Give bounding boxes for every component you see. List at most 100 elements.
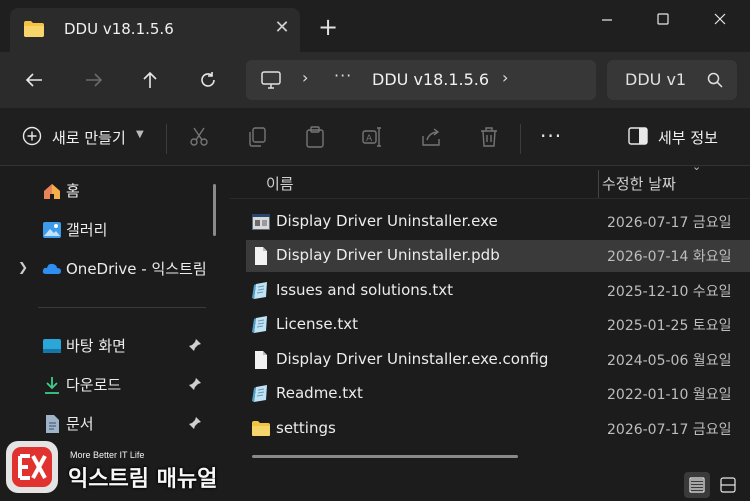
sidebar-item-downloads[interactable]: 다운로드	[0, 370, 215, 400]
table-row[interactable]: License.txt 2025-01-25 토요일	[246, 309, 750, 341]
share-icon[interactable]	[420, 126, 442, 148]
close-window-button[interactable]	[705, 6, 735, 32]
sidebar-item-label: 바탕 화면	[66, 337, 126, 355]
forward-button[interactable]	[80, 66, 108, 94]
exe-icon	[252, 214, 270, 230]
logo	[6, 441, 58, 493]
file-date: 2025-01-25 토요일	[607, 318, 732, 334]
new-button[interactable]: 새로 만들기 ▼	[22, 126, 144, 147]
divider	[166, 124, 167, 154]
svg-text:A: A	[366, 134, 373, 144]
plus-circle-icon	[22, 126, 42, 146]
sidebar-item-onedrive[interactable]: ❯ OneDrive - 익스트림	[0, 254, 215, 284]
text-file-icon	[252, 316, 267, 333]
file-icon	[255, 351, 267, 369]
file-name: Issues and solutions.txt	[276, 281, 453, 299]
sidebar-item-gallery[interactable]: 갤러리	[0, 215, 215, 245]
watermark-tagline: More Better IT Life	[70, 450, 145, 460]
gallery-icon	[43, 222, 61, 238]
tab-title: DDU v18.1.5.6	[64, 20, 174, 38]
new-button-label: 새로 만들기	[52, 129, 126, 147]
chevron-right-icon[interactable]: ›	[302, 68, 308, 87]
address-bar[interactable]: › ··· DDU v18.1.5.6 ›	[246, 60, 596, 100]
copy-icon[interactable]	[246, 126, 268, 148]
home-icon	[44, 184, 60, 199]
maximize-button[interactable]	[648, 6, 678, 32]
chevron-right-icon[interactable]: ❯	[18, 260, 28, 274]
breadcrumb-overflow[interactable]: ···	[334, 66, 352, 85]
title-bar: DDU v18.1.5.6 ✕ +	[0, 0, 750, 52]
close-icon	[714, 13, 726, 25]
text-file-icon	[252, 385, 267, 402]
search-placeholder: DDU v1	[625, 70, 687, 89]
refresh-icon	[201, 72, 215, 87]
table-row[interactable]: Display Driver Uninstaller.pdb 2026-07-1…	[246, 240, 750, 272]
document-icon	[46, 415, 59, 433]
sidebar-item-label: OneDrive - 익스트림	[66, 260, 207, 278]
minimize-icon	[602, 19, 612, 21]
chevron-down-icon: ▼	[136, 129, 144, 140]
cut-icon[interactable]	[188, 126, 210, 148]
search-icon	[707, 72, 723, 88]
file-date: 2024-05-06 월요일	[607, 353, 732, 369]
table-row[interactable]: Display Driver Uninstaller.exe.config 20…	[246, 344, 750, 376]
computer-icon	[261, 71, 281, 89]
maximize-icon	[657, 13, 669, 25]
up-button[interactable]	[136, 66, 164, 94]
file-date: 2025-12-10 수요일	[607, 284, 732, 300]
horizontal-scrollbar[interactable]	[252, 455, 518, 458]
table-row[interactable]: Readme.txt 2022-01-10 월요일	[246, 378, 750, 410]
file-name: Display Driver Uninstaller.exe	[276, 212, 498, 230]
sidebar-item-label: 문서	[66, 415, 94, 433]
details-view-button[interactable]	[684, 472, 710, 498]
sidebar-item-label: 갤러리	[66, 221, 108, 239]
new-tab-button[interactable]: +	[316, 15, 340, 40]
tab-close-button[interactable]: ✕	[272, 18, 292, 38]
back-button[interactable]	[20, 66, 48, 94]
tiles-view-button[interactable]	[715, 472, 741, 498]
header-divider	[230, 198, 750, 199]
file-name: Readme.txt	[276, 384, 363, 402]
refresh-button[interactable]	[194, 66, 222, 94]
file-date: 2026-07-17 금요일	[607, 215, 732, 231]
delete-icon[interactable]	[478, 126, 500, 148]
column-divider[interactable]	[598, 170, 599, 198]
chevron-right-icon[interactable]: ›	[502, 68, 508, 87]
search-input[interactable]: DDU v1	[607, 60, 737, 100]
details-pane-label: 세부 정보	[658, 129, 718, 147]
sidebar-item-home[interactable]: 홈	[0, 176, 215, 206]
file-date: 2022-01-10 월요일	[607, 387, 732, 403]
details-pane-icon	[628, 127, 648, 145]
sidebar-item-label: 다운로드	[66, 376, 122, 394]
command-bar: 새로 만들기 ▼ A ··· 세부 정보	[0, 108, 750, 166]
watermark-brand: 익스트림 매뉴얼	[68, 467, 218, 492]
pin-icon[interactable]	[188, 416, 202, 430]
more-options-button[interactable]: ···	[540, 126, 562, 146]
table-row[interactable]: Issues and solutions.txt 2025-12-10 수요일	[246, 275, 750, 307]
minimize-button[interactable]	[592, 6, 622, 32]
sidebar-item-desktop[interactable]: 바탕 화면	[0, 331, 215, 361]
table-row[interactable]: settings 2026-07-17 금요일	[246, 413, 750, 445]
sort-chevron-icon: ⌄	[692, 160, 702, 173]
folder-icon	[24, 21, 44, 37]
paste-icon[interactable]	[304, 126, 326, 148]
tab-ddu[interactable]: DDU v18.1.5.6 ✕	[10, 8, 300, 52]
file-name: Display Driver Uninstaller.exe.config	[276, 350, 549, 368]
pin-icon[interactable]	[188, 377, 202, 391]
column-header-date[interactable]: 수정한 날짜	[602, 173, 676, 205]
table-row[interactable]: Display Driver Uninstaller.exe 2026-07-1…	[246, 206, 750, 238]
pin-icon[interactable]	[188, 338, 202, 352]
breadcrumb-current[interactable]: DDU v18.1.5.6	[372, 70, 489, 89]
file-list: 이름 수정한 날짜 ⌄ Display Driver Uninstaller.e…	[230, 160, 750, 466]
sidebar-scrollbar[interactable]	[213, 184, 216, 236]
arrow-left-icon	[25, 73, 42, 87]
divider	[520, 124, 521, 154]
rename-icon[interactable]: A	[362, 126, 384, 148]
details-pane-button[interactable]: 세부 정보	[628, 127, 718, 149]
onedrive-icon	[42, 263, 61, 274]
tiles-view-icon	[720, 477, 736, 493]
text-file-icon	[252, 282, 267, 299]
column-header-name[interactable]: 이름	[266, 173, 294, 205]
file-icon	[255, 247, 267, 265]
sidebar-item-documents[interactable]: 문서	[0, 409, 215, 439]
